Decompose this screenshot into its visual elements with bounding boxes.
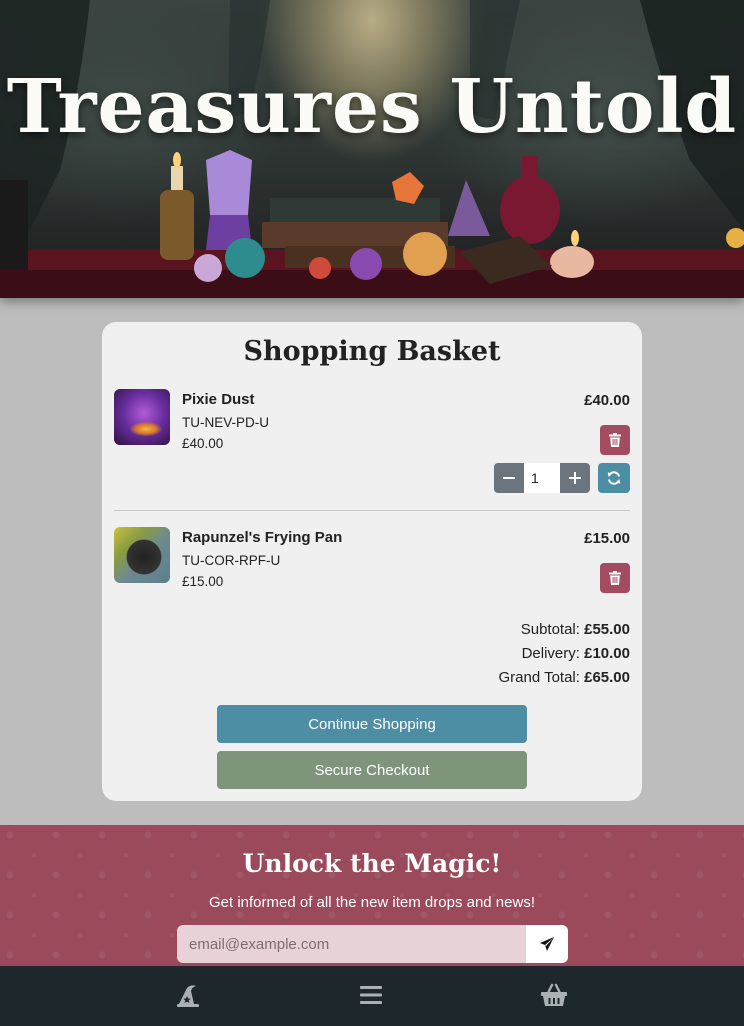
newsletter-subtitle: Get informed of all the new item drops a…	[208, 894, 535, 911]
subtotal-line: Subtotal: £55.00	[521, 621, 630, 638]
plus-icon	[569, 472, 581, 484]
subtotal-label: Subtotal:	[520, 621, 580, 638]
trash-icon	[609, 433, 621, 447]
pixie-dust-thumbnail[interactable]	[114, 389, 170, 445]
grand-total-value: £65.00	[584, 669, 630, 686]
newsletter-submit-button[interactable]	[526, 925, 568, 963]
frying-pan-thumbnail[interactable]	[114, 527, 170, 583]
continue-shopping-button[interactable]: Continue Shopping	[217, 705, 527, 743]
delivery-label: Delivery:	[521, 645, 580, 662]
increment-button[interactable]	[560, 463, 590, 493]
item-name[interactable]: Rapunzel's Frying Pan	[182, 529, 342, 546]
subtotal-value: £55.00	[584, 621, 630, 638]
newsletter-email-input[interactable]	[177, 925, 526, 963]
basket-nav-button[interactable]	[539, 980, 569, 1010]
shopping-basket-icon	[541, 983, 567, 1006]
delivery-line: Delivery: £10.00	[522, 645, 630, 662]
update-quantity-button[interactable]	[598, 463, 630, 493]
menu-nav-button[interactable]	[356, 980, 386, 1010]
remove-item-button[interactable]	[600, 563, 630, 593]
grand-total-label: Grand Total:	[498, 669, 580, 686]
item-name[interactable]: Pixie Dust	[182, 391, 255, 408]
item-divider	[114, 510, 630, 511]
grand-total-line: Grand Total: £65.00	[498, 669, 630, 686]
item-unit-price: £40.00	[182, 436, 224, 451]
hamburger-menu-icon	[360, 986, 382, 1004]
hero-banner: Treasures Untold	[0, 0, 744, 298]
delivery-value: £10.00	[584, 645, 630, 662]
home-nav-button[interactable]	[173, 980, 203, 1010]
item-sku: TU-NEV-PD-U	[182, 415, 269, 430]
quantity-stepper	[494, 463, 590, 493]
refresh-icon	[607, 471, 621, 485]
quantity-input[interactable]	[524, 463, 560, 493]
site-title[interactable]: Treasures Untold	[0, 64, 744, 150]
basket-title: Shopping Basket	[243, 336, 501, 367]
item-unit-price: £15.00	[182, 574, 224, 589]
item-line-total: £40.00	[584, 392, 630, 409]
newsletter-title: Unlock the Magic!	[242, 849, 502, 878]
item-line-total: £15.00	[584, 530, 630, 547]
decrement-button[interactable]	[494, 463, 524, 493]
minus-icon	[503, 477, 515, 479]
paper-plane-icon	[540, 937, 554, 951]
wizard-hat-icon	[177, 985, 199, 1007]
trash-icon	[609, 571, 621, 585]
secure-checkout-button[interactable]: Secure Checkout	[217, 751, 527, 789]
remove-item-button[interactable]	[600, 425, 630, 455]
item-sku: TU-COR-RPF-U	[182, 553, 281, 568]
